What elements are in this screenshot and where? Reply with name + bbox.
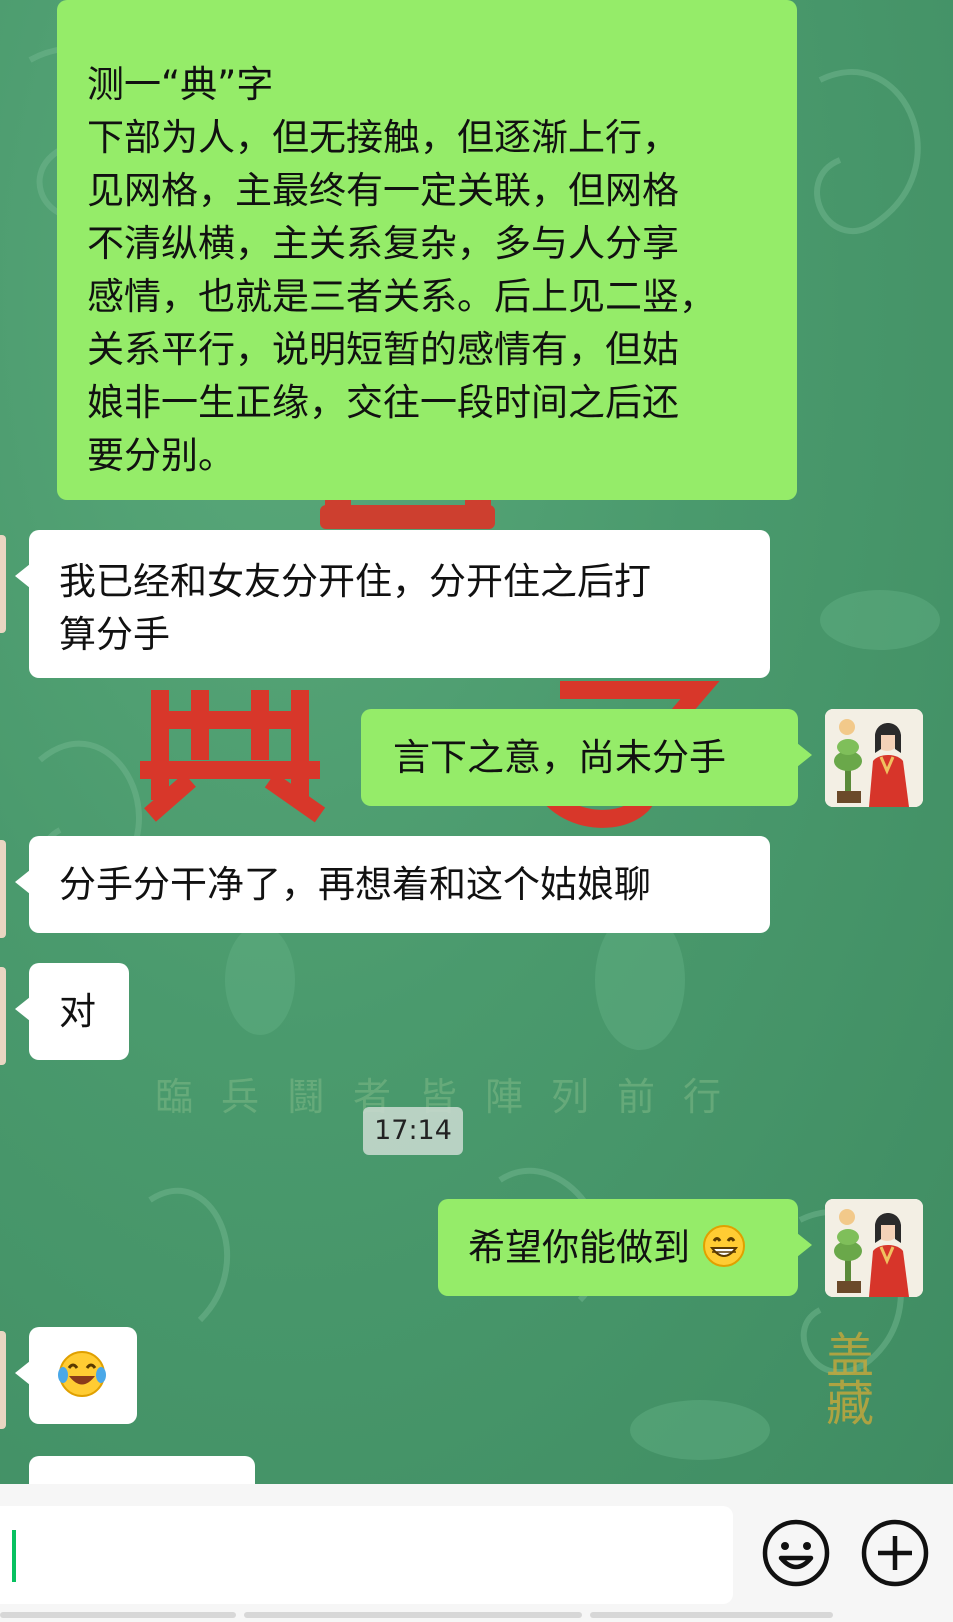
timestamp: 17:14 bbox=[363, 1107, 463, 1155]
message-bubble-out[interactable]: 希望你能做到 bbox=[438, 1199, 812, 1296]
text-caret bbox=[12, 1530, 16, 1582]
message-line: 娘非一生正缘，交往一段时间之后还 bbox=[87, 381, 679, 424]
bg-seal-text: 盖藏 bbox=[817, 1330, 873, 1426]
message-line: 感情，也就是三者关系。后上见二竖， bbox=[87, 275, 716, 318]
message-bubble-in[interactable]: 对 bbox=[15, 963, 129, 1060]
message-bubble-in[interactable]: 我已经和女友分开住，分开住之后打 算分手 bbox=[15, 530, 770, 678]
avatar-edge bbox=[0, 967, 6, 1065]
bubble-tail bbox=[15, 1361, 30, 1385]
message-text: 希望你能做到 bbox=[468, 1226, 690, 1269]
face-with-tears-of-joy-icon bbox=[58, 1351, 106, 1397]
message-line: 关系平行，说明短暂的感情有，但姑 bbox=[87, 328, 679, 371]
message-bubble-in[interactable] bbox=[15, 1327, 137, 1424]
message-bubble-out[interactable]: 测一“典”字 下部为人，但无接触，但逐渐上行， 见网格，主最终有一定关联，但网格… bbox=[57, 0, 797, 500]
message-line: 要分别。 bbox=[87, 434, 235, 477]
message-line: 测一“典”字 bbox=[87, 63, 274, 106]
chat-background: 臨兵鬪者皆陣列前行 盖藏 测一“典”字 下部为人，但无接触，但逐渐上行， 见网格… bbox=[0, 0, 953, 1484]
message-bubble-in[interactable]: 分手分干净了，再想着和这个姑娘聊 bbox=[15, 836, 770, 933]
message-input[interactable] bbox=[0, 1506, 733, 1604]
avatar-edge bbox=[0, 1331, 6, 1429]
message-text: 对 bbox=[59, 990, 96, 1033]
message-bubble-out[interactable]: 言下之意，尚未分手 bbox=[361, 709, 812, 806]
bubble-tail bbox=[15, 564, 30, 588]
bottom-strip bbox=[590, 1612, 833, 1618]
input-bar bbox=[0, 1484, 953, 1622]
bottom-strip bbox=[0, 1612, 236, 1618]
message-line: 算分手 bbox=[59, 613, 170, 656]
grinning-face-icon bbox=[702, 1225, 745, 1267]
avatar[interactable] bbox=[825, 1199, 923, 1297]
message-line: 我已经和女友分开住，分开住之后打 bbox=[59, 560, 651, 603]
bubble-tail bbox=[15, 997, 30, 1021]
message-text: 分手分干净了，再想着和这个姑娘聊 bbox=[59, 863, 651, 906]
message-line: 下部为人，但无接触，但逐渐上行， bbox=[87, 116, 679, 159]
emoji-icon[interactable] bbox=[761, 1518, 831, 1588]
message-line: 见网格，主最终有一定关联，但网格 bbox=[87, 169, 679, 212]
message-text: 言下之意，尚未分手 bbox=[393, 736, 726, 779]
bubble-tail bbox=[797, 1233, 812, 1257]
message-bubble-in-partial[interactable] bbox=[29, 1456, 255, 1484]
plus-icon[interactable] bbox=[860, 1518, 930, 1588]
avatar-image bbox=[825, 709, 923, 807]
avatar-image bbox=[825, 1199, 923, 1297]
avatar-edge bbox=[0, 535, 6, 633]
bubble-tail bbox=[15, 870, 30, 894]
bottom-strip bbox=[244, 1612, 582, 1618]
message-line: 不清纵横，主关系复杂，多与人分享 bbox=[87, 222, 679, 265]
avatar-edge bbox=[0, 840, 6, 938]
avatar[interactable] bbox=[825, 709, 923, 807]
bubble-tail bbox=[797, 743, 812, 767]
message-text: 测一“典”字 下部为人，但无接触，但逐渐上行， 见网格，主最终有一定关联，但网格… bbox=[87, 58, 797, 482]
